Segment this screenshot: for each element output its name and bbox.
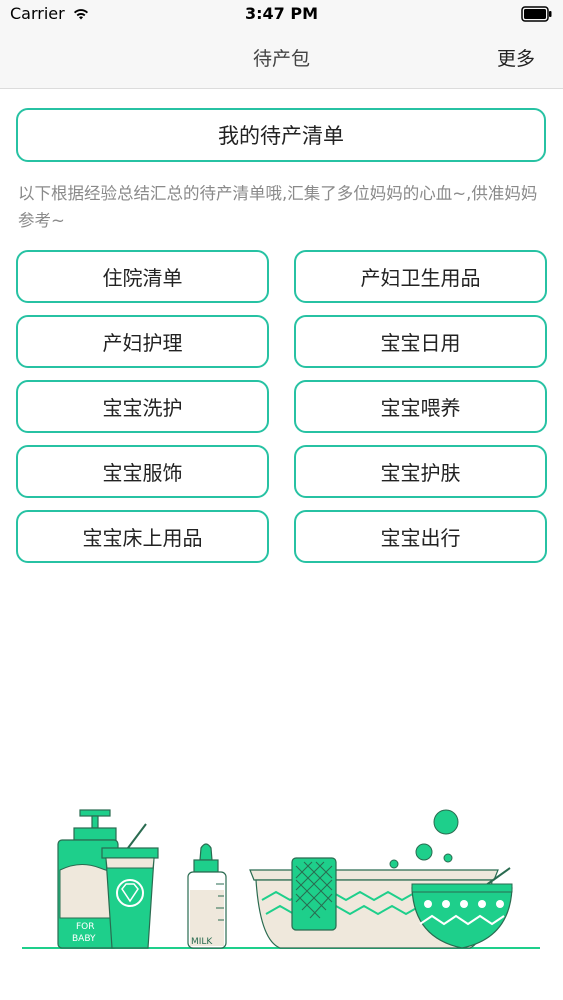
status-bar: Carrier 3:47 PM: [0, 0, 563, 30]
milk-bottle-icon: MILK: [187, 843, 227, 949]
battery-icon: [521, 6, 552, 22]
category-button-maternal-hygiene[interactable]: 产妇卫生用品: [294, 250, 547, 303]
svg-text:MILK: MILK: [191, 937, 213, 947]
svg-text:BABY: BABY: [72, 934, 96, 944]
baby-items-illustration: FOR BABY MILK: [22, 809, 540, 949]
category-button-baby-bedding[interactable]: 宝宝床上用品: [16, 510, 269, 563]
category-button-hospital-list[interactable]: 住院清单: [16, 250, 269, 303]
category-grid: 住院清单 产妇卫生用品 产妇护理 宝宝日用 宝宝洗护 宝宝喂养 宝宝服饰 宝宝护…: [16, 250, 547, 563]
category-button-maternal-care[interactable]: 产妇护理: [16, 315, 269, 368]
category-button-baby-daily[interactable]: 宝宝日用: [294, 315, 547, 368]
more-button[interactable]: 更多: [497, 44, 535, 71]
svg-text:FOR: FOR: [76, 922, 95, 932]
category-button-baby-feeding[interactable]: 宝宝喂养: [294, 380, 547, 433]
page-title: 待产包: [252, 48, 310, 70]
intro-text: 以下根据经验总结汇总的待产清单哦,汇集了多位妈妈的心血~,供准妈妈参考~: [18, 184, 538, 230]
navigation-bar: 待产包 更多: [0, 30, 563, 89]
category-button-baby-clothing[interactable]: 宝宝服饰: [16, 445, 269, 498]
category-button-baby-skincare[interactable]: 宝宝护肤: [294, 445, 547, 498]
my-checklist-button[interactable]: 我的待产清单: [16, 108, 546, 162]
category-button-baby-travel[interactable]: 宝宝出行: [294, 510, 547, 563]
category-button-baby-bath[interactable]: 宝宝洗护: [16, 380, 269, 433]
status-time: 3:47 PM: [244, 4, 318, 23]
